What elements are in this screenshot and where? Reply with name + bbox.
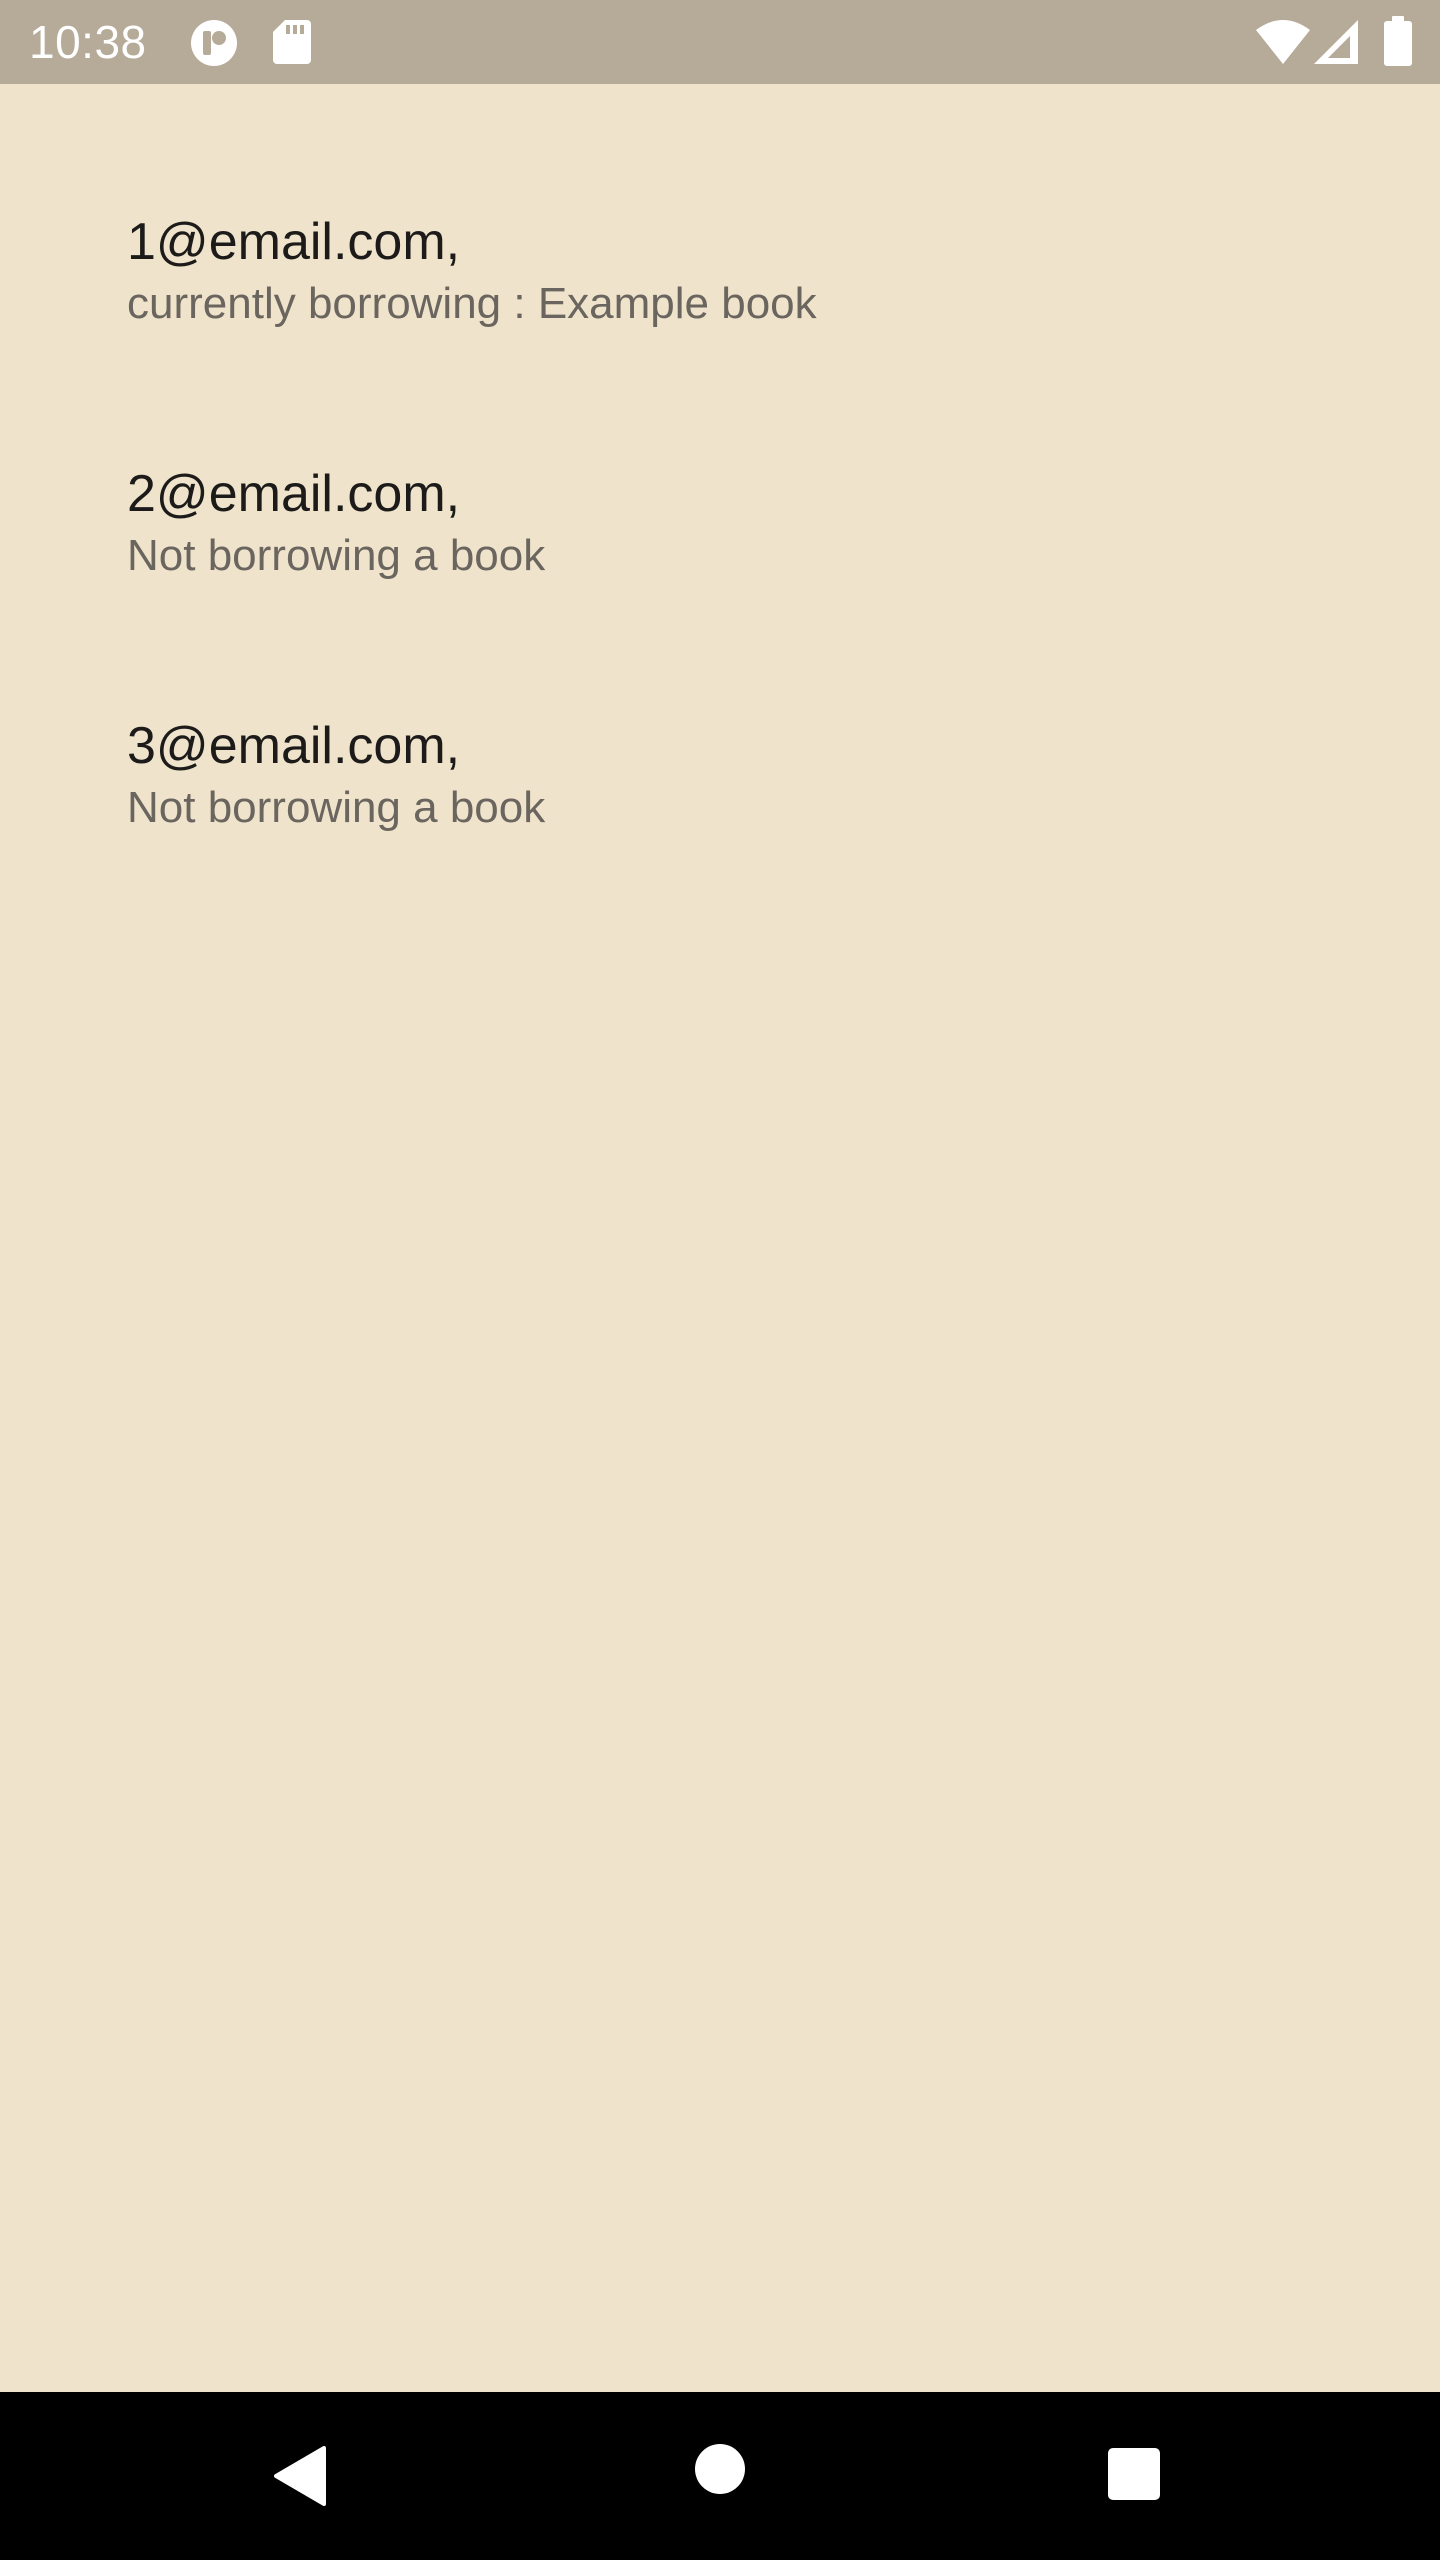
- battery-icon: [1384, 16, 1412, 66]
- status-time: 10:38: [29, 16, 147, 68]
- app-notification-icon: [191, 20, 237, 66]
- borrow-status: Not borrowing a book: [127, 783, 546, 832]
- home-icon[interactable]: [694, 2443, 746, 2495]
- navigation-bar: [0, 2392, 1440, 2560]
- recents-icon[interactable]: [1108, 2448, 1160, 2500]
- status-bar: 10:38: [0, 0, 1440, 84]
- borrow-status: Not borrowing a book: [127, 531, 546, 580]
- sd-card-icon: [273, 20, 311, 64]
- user-email: 1@email.com,: [127, 213, 461, 271]
- user-email: 3@email.com,: [127, 717, 461, 775]
- user-list: 1@email.com, currently borrowing : Examp…: [0, 84, 1440, 2392]
- user-email: 2@email.com,: [127, 465, 461, 523]
- borrow-status: currently borrowing : Example book: [127, 279, 817, 328]
- cellular-signal-icon: [1314, 20, 1358, 64]
- list-item[interactable]: 2@email.com, Not borrowing a book: [0, 462, 1440, 714]
- list-item[interactable]: 1@email.com, currently borrowing : Examp…: [0, 210, 1440, 462]
- back-icon[interactable]: [272, 2446, 328, 2506]
- list-item[interactable]: 3@email.com, Not borrowing a book: [0, 714, 1440, 966]
- wifi-icon: [1256, 20, 1310, 64]
